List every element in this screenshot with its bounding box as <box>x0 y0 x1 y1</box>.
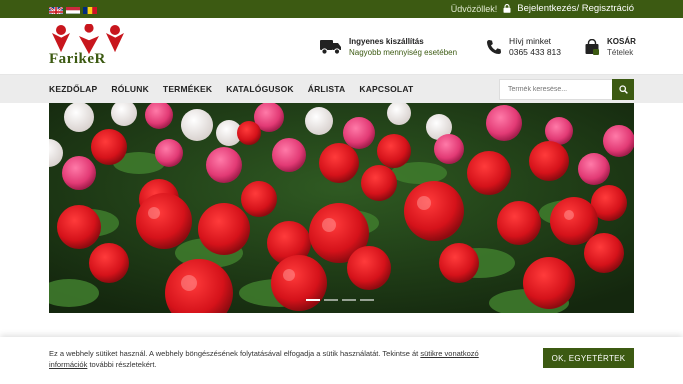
shopping-bag-icon <box>585 39 599 55</box>
hero-slider-image[interactable] <box>49 103 634 313</box>
nav-item-about[interactable]: RÓLUNK <box>111 84 149 94</box>
cart-title: KOSÁR <box>607 37 636 46</box>
site-logo[interactable]: FarikeR <box>49 23 129 68</box>
login-link[interactable]: Bejelentkezés <box>517 3 576 14</box>
slider-dot[interactable] <box>306 299 320 301</box>
nav-item-products[interactable]: TERMÉKEK <box>163 84 212 94</box>
search-icon <box>618 85 628 94</box>
site-header: FarikeR Ingyenes kiszállítás Nagyobb men… <box>0 18 683 75</box>
slider-dot[interactable] <box>342 299 356 301</box>
geranium-flowers-image <box>49 103 634 313</box>
phone-icon <box>487 40 501 54</box>
cookie-text-before: Ez a webhely sütiket használ. A webhely … <box>49 349 421 358</box>
top-bar: Üdvözöllek! Bejelentkezés/ Regisztráció <box>0 0 683 18</box>
nav-item-home[interactable]: KEZDŐLAP <box>49 84 97 94</box>
search-button[interactable] <box>612 79 634 100</box>
romania-flag-icon[interactable] <box>83 4 97 14</box>
nav-item-pricelist[interactable]: ÁRLISTA <box>308 84 346 94</box>
separator: / <box>576 3 580 14</box>
language-switcher <box>49 4 97 14</box>
search-form <box>499 79 634 100</box>
main-navigation: KEZDŐLAP RÓLUNK TERMÉKEK KATALÓGUSOK ÁRL… <box>0 75 683 103</box>
nav-item-catalogs[interactable]: KATALÓGUSOK <box>226 84 294 94</box>
phone-number[interactable]: 0365 433 813 <box>509 47 561 58</box>
search-input[interactable] <box>499 79 612 100</box>
accept-cookies-button[interactable]: OK, EGYETÉRTEK <box>543 348 634 368</box>
logo-text: FarikeR <box>49 51 106 67</box>
contact-title: Hívj minket <box>509 36 552 46</box>
cart-link[interactable]: KOSÁR Tételek <box>584 36 636 58</box>
slider-dot[interactable] <box>360 299 374 301</box>
nav-item-contact[interactable]: KAPCSOLAT <box>359 84 413 94</box>
slider-pagination <box>306 299 374 301</box>
shipping-subtitle: Nagyobb mennyiség esetében <box>349 48 458 57</box>
auth-links: Bejelentkezés/ Regisztráció <box>517 3 634 14</box>
cookie-text-after: további részletekért. <box>87 360 157 369</box>
uk-flag-icon[interactable] <box>49 4 63 14</box>
account-area: Üdvözöllek! Bejelentkezés/ Regisztráció <box>451 3 634 14</box>
truck-icon <box>320 40 341 55</box>
lock-icon <box>503 4 511 13</box>
hungary-flag-icon[interactable] <box>66 4 80 14</box>
slider-dot[interactable] <box>324 299 338 301</box>
cookie-consent-bar: Ez a webhely sütiket használ. A webhely … <box>0 337 683 384</box>
cart-subtitle: Tételek <box>607 48 634 57</box>
contact-info: Hívj minket 0365 433 813 <box>486 36 561 58</box>
register-link[interactable]: Regisztráció <box>582 3 634 14</box>
welcome-text: Üdvözöllek! <box>450 3 498 14</box>
free-shipping-info: Ingyenes kiszállítás Nagyobb mennyiség e… <box>320 36 457 58</box>
logo-hearts-icon <box>52 23 124 54</box>
shipping-title: Ingyenes kiszállítás <box>349 37 424 46</box>
cookie-message: Ez a webhely sütiket használ. A webhely … <box>49 348 479 370</box>
